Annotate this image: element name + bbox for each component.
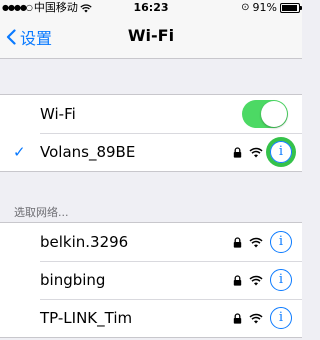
wifi-settings-group: Wi-Fi ✓ Volans_89BE i (0, 94, 302, 172)
navigation-bar: 设置 Wi-Fi (0, 16, 302, 59)
network-name: Volans_89BE (40, 143, 136, 161)
network-row[interactable]: TP-LINK_Tim i (0, 299, 302, 337)
wifi-signal-icon (249, 313, 263, 323)
network-info-button[interactable]: i (270, 269, 292, 291)
wifi-toggle-switch[interactable] (242, 100, 288, 128)
network-icons: i (233, 269, 292, 291)
lock-icon (233, 274, 242, 286)
network-icons: i (233, 307, 292, 329)
status-bar: ●●●●○ 中国移动 16:23 ⊙ 91% (0, 0, 302, 16)
network-info-button[interactable]: i (270, 307, 292, 329)
battery-icon (280, 3, 302, 13)
section-header: 选取网络... (14, 206, 69, 219)
checkmark-icon: ✓ (13, 143, 26, 161)
page-title: Wi-Fi (127, 26, 175, 45)
wifi-toggle-label: Wi-Fi (40, 105, 76, 123)
network-name: TP-LINK_Tim (40, 309, 133, 327)
network-info-button[interactable]: i (270, 141, 292, 163)
wifi-toggle-row: Wi-Fi (0, 95, 302, 133)
lock-icon (233, 312, 242, 324)
rotation-lock-icon: ⊙ (241, 2, 250, 13)
lock-icon (233, 146, 242, 158)
network-name: bingbing (40, 271, 106, 289)
battery-percent: 91% (252, 1, 277, 14)
network-icons: i (233, 231, 292, 253)
network-name: belkin.3296 (40, 233, 129, 251)
wifi-signal-icon (249, 237, 263, 247)
toggle-knob (261, 101, 287, 127)
lock-icon (233, 236, 242, 248)
network-row[interactable]: belkin.3296 i (0, 223, 302, 261)
network-info-button[interactable]: i (270, 231, 292, 253)
wifi-signal-icon (249, 147, 263, 157)
wifi-signal-icon (249, 275, 263, 285)
connected-network-row[interactable]: ✓ Volans_89BE i (0, 133, 302, 171)
network-list: belkin.3296 i bingbing i TP-LINK_Tim i (0, 222, 302, 338)
network-row[interactable]: bingbing i (0, 261, 302, 299)
network-icons: i (233, 141, 292, 163)
